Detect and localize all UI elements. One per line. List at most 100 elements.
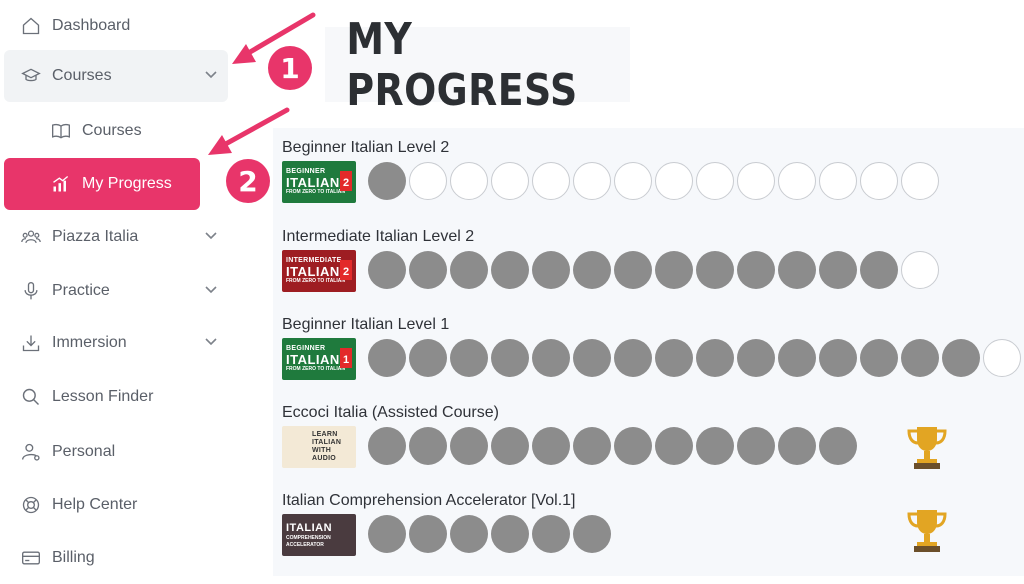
page-title-box: MY PROGRESS (325, 14, 630, 116)
sidebar-item-label: Billing (52, 549, 95, 566)
lesson-dot-pending[interactable] (655, 162, 693, 200)
lesson-dot-completed[interactable] (409, 339, 447, 377)
lesson-dot-pending[interactable] (532, 162, 570, 200)
lesson-dot-completed[interactable] (860, 339, 898, 377)
lesson-dot-completed[interactable] (696, 339, 734, 377)
lesson-dot-completed[interactable] (655, 339, 693, 377)
course-thumbnail[interactable]: BEGINNER ITALIAN FROM ZERO TO ITALIAN 2 (282, 161, 356, 203)
lesson-dot-pending[interactable] (573, 162, 611, 200)
lesson-dot-pending[interactable] (491, 162, 529, 200)
lesson-dot-completed[interactable] (737, 251, 775, 289)
lesson-dot-completed[interactable] (491, 515, 529, 553)
lesson-dot-completed[interactable] (696, 251, 734, 289)
lesson-dot-completed[interactable] (573, 339, 611, 377)
sidebar-item-label: Courses (82, 122, 142, 139)
sidebar-item-personal[interactable]: Personal (4, 426, 228, 478)
lesson-dot-completed[interactable] (614, 251, 652, 289)
sidebar-item-lesson-finder[interactable]: Lesson Finder (4, 371, 228, 423)
lesson-dot-completed[interactable] (450, 251, 488, 289)
lesson-dot-completed[interactable] (737, 339, 775, 377)
lesson-dot-completed[interactable] (573, 427, 611, 465)
lesson-dot-pending[interactable] (778, 162, 816, 200)
lesson-dot-pending[interactable] (409, 162, 447, 200)
sidebar-item-dashboard[interactable]: Dashboard (4, 0, 228, 52)
sidebar-subitem-my-progress[interactable]: My Progress (4, 158, 200, 210)
download-icon (20, 332, 42, 354)
lesson-dot-completed[interactable] (532, 339, 570, 377)
lesson-dot-pending[interactable] (696, 162, 734, 200)
course-thumbnail[interactable]: BEGINNER ITALIAN FROM ZERO TO ITALIAN 1 (282, 338, 356, 380)
sidebar-item-piazza-italia[interactable]: Piazza Italia (4, 211, 228, 263)
lesson-dot-completed[interactable] (368, 339, 406, 377)
lesson-dot-completed[interactable] (819, 427, 857, 465)
lesson-dot-completed[interactable] (532, 515, 570, 553)
lesson-dot-completed[interactable] (409, 515, 447, 553)
sidebar-subitem-courses[interactable]: Courses (4, 105, 228, 157)
sidebar-item-label: Help Center (52, 496, 138, 513)
microphone-icon (20, 280, 42, 302)
lesson-dot-completed[interactable] (532, 251, 570, 289)
lesson-dot-completed[interactable] (778, 427, 816, 465)
course-title[interactable]: Intermediate Italian Level 2 (282, 228, 474, 246)
lesson-dot-completed[interactable] (819, 251, 857, 289)
lesson-dot-completed[interactable] (573, 251, 611, 289)
lesson-dot-pending[interactable] (450, 162, 488, 200)
lesson-dot-completed[interactable] (450, 427, 488, 465)
course-title[interactable]: Eccoci Italia (Assisted Course) (282, 404, 499, 422)
sidebar-item-courses[interactable]: Courses (4, 50, 228, 102)
course-title[interactable]: Italian Comprehension Accelerator [Vol.1… (282, 492, 576, 510)
course-thumbnail[interactable]: ITALIAN COMPREHENSION ACCELERATOR (282, 514, 356, 556)
course-thumbnail[interactable]: INTERMEDIATE ITALIAN FROM ZERO TO ITALIA… (282, 250, 356, 292)
sidebar-item-label: Courses (52, 67, 112, 84)
lesson-dot-completed[interactable] (819, 339, 857, 377)
lesson-dot-completed[interactable] (655, 427, 693, 465)
lesson-dot-completed[interactable] (368, 251, 406, 289)
chevron-down-icon (205, 286, 217, 294)
lesson-dot-completed[interactable] (532, 427, 570, 465)
sidebar-item-label: Dashboard (52, 17, 131, 34)
level-badge: 2 (340, 260, 352, 280)
course-title[interactable]: Beginner Italian Level 2 (282, 139, 449, 157)
lesson-dot-completed[interactable] (409, 251, 447, 289)
lesson-dot-completed[interactable] (368, 162, 406, 200)
lesson-dot-completed[interactable] (778, 251, 816, 289)
level-badge: 1 (340, 348, 352, 368)
sidebar-item-immersion[interactable]: Immersion (4, 317, 228, 369)
lesson-dot-completed[interactable] (491, 339, 529, 377)
lesson-dot-completed[interactable] (491, 251, 529, 289)
sidebar-item-help-center[interactable]: Help Center (4, 479, 228, 531)
lesson-dot-completed[interactable] (614, 339, 652, 377)
lesson-dot-completed[interactable] (573, 515, 611, 553)
lesson-dot-completed[interactable] (450, 515, 488, 553)
sidebar-item-practice[interactable]: Practice (4, 265, 228, 317)
lesson-dot-completed[interactable] (655, 251, 693, 289)
lesson-dot-pending[interactable] (614, 162, 652, 200)
lesson-dot-completed[interactable] (614, 427, 652, 465)
user-settings-icon (20, 441, 42, 463)
community-icon (20, 226, 42, 248)
lesson-dot-pending[interactable] (737, 162, 775, 200)
lesson-dot-completed[interactable] (778, 339, 816, 377)
lesson-dot-completed[interactable] (737, 427, 775, 465)
lesson-dot-completed[interactable] (409, 427, 447, 465)
lesson-dot-pending[interactable] (901, 251, 939, 289)
lesson-dot-pending[interactable] (819, 162, 857, 200)
lesson-dot-completed[interactable] (696, 427, 734, 465)
lesson-dot-completed[interactable] (942, 339, 980, 377)
lesson-dot-completed[interactable] (491, 427, 529, 465)
lesson-dot-pending[interactable] (901, 162, 939, 200)
lesson-dot-completed[interactable] (450, 339, 488, 377)
sidebar: Dashboard Courses Courses My Progress Pi… (0, 0, 240, 576)
search-icon (20, 386, 42, 408)
course-title[interactable]: Beginner Italian Level 1 (282, 316, 449, 334)
lesson-dot-completed[interactable] (860, 251, 898, 289)
lesson-dot-completed[interactable] (901, 339, 939, 377)
lesson-dot-pending[interactable] (983, 339, 1021, 377)
sidebar-item-billing[interactable]: Billing (4, 532, 228, 584)
course-thumbnail[interactable]: LEARN ITALIAN WITH AUDIO (282, 426, 356, 468)
trophy-icon (907, 427, 947, 469)
lesson-dot-completed[interactable] (368, 515, 406, 553)
chevron-down-icon (205, 232, 217, 240)
lesson-dot-pending[interactable] (860, 162, 898, 200)
lesson-dot-completed[interactable] (368, 427, 406, 465)
